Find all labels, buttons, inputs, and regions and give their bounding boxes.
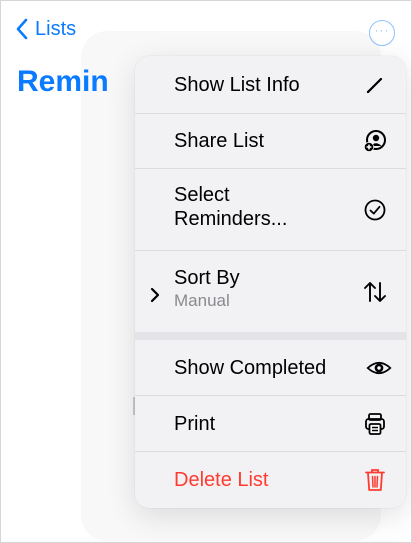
page-title: Remin (17, 65, 109, 98)
menu-item-sort-by[interactable]: Sort By Manual (135, 251, 406, 332)
menu-item-label: Print (174, 412, 216, 435)
ellipsis-circle-icon: ··· (374, 23, 390, 37)
menu-item-show-completed[interactable]: Show Completed (135, 340, 406, 395)
menu-item-label-line2: Reminders... (174, 208, 288, 230)
menu-item-show-list-info[interactable]: Show List Info (135, 56, 406, 113)
menu-item-label: Show List Info (174, 73, 300, 96)
menu-item-label: Select Reminders... (174, 183, 287, 231)
chevron-right-icon (150, 287, 160, 303)
menu-item-select-reminders[interactable]: Select Reminders... (135, 169, 406, 250)
menu-item-label: Show Completed (174, 356, 327, 379)
menu-section-separator (135, 332, 406, 340)
context-menu: Show List Info Share List Select Reminde… (135, 56, 406, 508)
menu-item-label: Share List (174, 130, 265, 152)
menu-item-label-line1: Select (174, 184, 230, 206)
menu-item-print[interactable]: Print (135, 396, 406, 451)
trash-icon (362, 467, 388, 493)
sort-by-label: Sort By (174, 267, 240, 289)
sort-by-value: Manual (174, 291, 230, 310)
eye-icon (366, 355, 392, 381)
pencil-icon (362, 72, 388, 98)
person-plus-icon (362, 128, 388, 154)
app-window: Lists ··· Remin Show List Info Share Lis… (0, 0, 412, 543)
chevron-left-icon (16, 18, 28, 40)
arrow-up-down-icon (362, 279, 388, 305)
printer-icon (362, 411, 388, 437)
checkmark-circle-icon (362, 197, 388, 223)
menu-item-delete-list[interactable]: Delete List (135, 452, 406, 508)
menu-item-label: Sort By Manual (174, 266, 240, 311)
menu-item-label: Delete List (174, 469, 269, 491)
back-button[interactable]: Lists (15, 17, 76, 41)
back-button-label: Lists (35, 18, 77, 40)
menu-item-share-list[interactable]: Share List (135, 114, 406, 168)
more-options-button[interactable]: ··· (369, 20, 395, 46)
